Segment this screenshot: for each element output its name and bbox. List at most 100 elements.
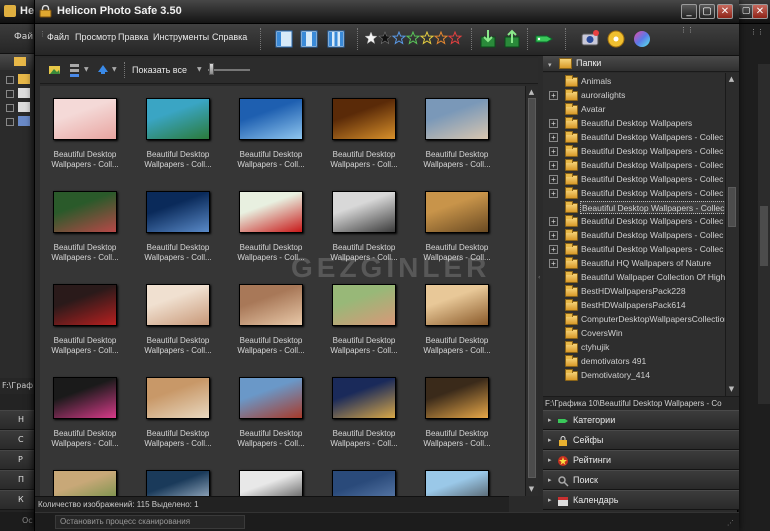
show-all-label[interactable]: Показать все (132, 65, 187, 75)
section-calendar[interactable]: ▸ Календарь (543, 490, 739, 510)
expand-icon[interactable]: + (549, 147, 558, 156)
gradient-icon[interactable] (631, 28, 653, 50)
minimize-button[interactable]: _ (681, 4, 697, 19)
thumbnail-item[interactable]: Beautiful Desktop Wallpapers - Coll... (415, 377, 507, 457)
thumbnail-item[interactable]: Beautiful Desktop Wallpapers - Coll... (415, 284, 507, 364)
folder-item[interactable]: + Beautiful Desktop Wallpapers (543, 117, 725, 131)
thumbnail-image[interactable] (332, 284, 396, 326)
expand-icon[interactable] (6, 90, 14, 98)
thumbnail-image[interactable] (53, 470, 117, 496)
folder-item[interactable]: demotivators 491 (543, 355, 725, 369)
rating-star-icon[interactable] (433, 31, 449, 45)
thumbnail-item[interactable]: Beautiful Desktop Wallpapers - Coll... (43, 191, 135, 271)
maximize-button[interactable]: ▢ (699, 4, 715, 19)
import-icon[interactable] (477, 28, 499, 50)
menu-tools[interactable]: Инструменты (153, 32, 209, 42)
thumbnail-image[interactable] (53, 284, 117, 326)
folder-item[interactable]: Beautiful Desktop Wallpapers - Collec (543, 201, 725, 215)
sort-icon[interactable] (68, 62, 82, 78)
thumbnail-image[interactable] (425, 377, 489, 419)
stop-scan-button[interactable]: Остановить процесс сканирования (55, 515, 245, 529)
rating-star-icon[interactable] (405, 31, 421, 45)
expand-icon[interactable] (6, 104, 14, 112)
thumbnail-image[interactable] (425, 470, 489, 496)
disc-icon[interactable] (605, 28, 627, 50)
folder-item[interactable]: CoversWin (543, 327, 725, 341)
layout-3-icon[interactable] (325, 28, 347, 50)
thumbnail-image[interactable] (425, 191, 489, 233)
thumbnail-image[interactable] (425, 98, 489, 140)
export-icon[interactable] (501, 28, 523, 50)
folder-item[interactable]: Avatar (543, 103, 725, 117)
menu-help[interactable]: Справка (212, 32, 247, 42)
dropdown-arrow-icon[interactable]: ▼ (84, 66, 89, 73)
collapse-chevron-icon[interactable]: ▾ (548, 61, 552, 69)
section-ratings[interactable]: ▸ Рейтинги (543, 450, 739, 470)
thumbnail-image[interactable] (53, 191, 117, 233)
folders-header[interactable]: ▾ Папки (543, 56, 739, 72)
thumbnail-item[interactable]: Beautiful Desktop Wallpapers - Coll... (43, 98, 135, 178)
thumbnail-image[interactable] (146, 284, 210, 326)
thumbnail-image[interactable] (146, 191, 210, 233)
thumbnail-image[interactable] (146, 98, 210, 140)
folder-item[interactable]: ctyhujik (543, 341, 725, 355)
thumbnail-item[interactable] (136, 470, 228, 496)
expand-icon[interactable]: + (549, 175, 558, 184)
thumbnail-image[interactable] (425, 284, 489, 326)
folder-item[interactable]: + Beautiful HQ Wallpapers of Nature (543, 257, 725, 271)
thumbnail-image[interactable] (239, 284, 303, 326)
thumbnail-image[interactable] (146, 470, 210, 496)
folder-scrollbar[interactable]: ▲ ▼ (725, 73, 739, 396)
thumbnail-item[interactable]: Beautiful Desktop Wallpapers - Coll... (229, 377, 321, 457)
rating-star-icon[interactable] (378, 31, 392, 45)
expand-icon[interactable] (6, 76, 14, 84)
thumbnail-image[interactable] (146, 377, 210, 419)
rating-star-icon[interactable] (391, 31, 407, 45)
zoom-slider-handle[interactable] (209, 63, 214, 75)
folder-item[interactable]: + Beautiful Desktop Wallpapers - Collec (543, 243, 725, 257)
folder-item[interactable]: BestHDWallpapersPack614 (543, 299, 725, 313)
expand-icon[interactable]: + (549, 217, 558, 226)
zoom-slider[interactable] (208, 69, 250, 71)
thumbnail-item[interactable]: Beautiful Desktop Wallpapers - Coll... (322, 377, 414, 457)
expand-icon[interactable]: + (549, 119, 558, 128)
expand-icon[interactable]: + (549, 259, 558, 268)
thumbnail-image[interactable] (53, 98, 117, 140)
thumbnail-item[interactable]: Beautiful Desktop Wallpapers - Coll... (415, 98, 507, 178)
thumbnail-item[interactable]: Beautiful Desktop Wallpapers - Coll... (43, 377, 135, 457)
section-search[interactable]: ▸ Поиск (543, 470, 739, 490)
folder-item[interactable]: + auroralights (543, 89, 725, 103)
background-close-button[interactable]: ✕ (752, 4, 768, 19)
folder-item[interactable]: ComputerDesktopWallpapersCollection (543, 313, 725, 327)
expand-icon[interactable]: + (549, 189, 558, 198)
scroll-up-icon[interactable]: ▲ (727, 74, 736, 84)
thumbnail-item[interactable] (229, 470, 321, 496)
thumbnail-image[interactable] (239, 470, 303, 496)
expand-icon[interactable] (6, 118, 14, 126)
expand-icon[interactable]: + (549, 245, 558, 254)
thumbnail-image[interactable] (332, 191, 396, 233)
thumbnail-item[interactable]: Beautiful Desktop Wallpapers - Coll... (229, 98, 321, 178)
background-scroll-thumb[interactable] (760, 206, 768, 266)
folder-item[interactable]: BestHDWallpapersPack228 (543, 285, 725, 299)
scroll-down-icon[interactable]: ▼ (527, 484, 536, 494)
resize-grip-icon[interactable]: ⋰ (727, 519, 734, 527)
expand-icon[interactable]: + (549, 91, 558, 100)
grid-scrollbar[interactable]: ▲ ▼ (525, 86, 538, 496)
thumbnail-image[interactable] (332, 377, 396, 419)
folder-item[interactable]: + Beautiful Desktop Wallpapers - Collec (543, 187, 725, 201)
thumbnail-item[interactable]: Beautiful Desktop Wallpapers - Coll... (322, 284, 414, 364)
folder-item[interactable]: + Beautiful Desktop Wallpapers - Collec (543, 229, 725, 243)
folder-item[interactable]: + Beautiful Desktop Wallpapers - Collec (543, 131, 725, 145)
rating-star-icon[interactable] (419, 31, 435, 45)
dropdown-arrow-icon[interactable]: ▼ (112, 66, 117, 73)
thumbnail-image[interactable] (239, 377, 303, 419)
expand-icon[interactable]: + (549, 133, 558, 142)
folder-item[interactable]: + Beautiful Desktop Wallpapers - Collec (543, 173, 725, 187)
folder-item[interactable]: + Beautiful Desktop Wallpapers - Collec (543, 215, 725, 229)
scroll-up-icon[interactable]: ▲ (527, 87, 536, 97)
close-button[interactable]: ✕ (717, 4, 733, 19)
camera-icon[interactable] (580, 28, 602, 50)
splitter-grip-icon[interactable]: ‹ (538, 274, 540, 281)
thumbnail-item[interactable]: Beautiful Desktop Wallpapers - Coll... (229, 284, 321, 364)
